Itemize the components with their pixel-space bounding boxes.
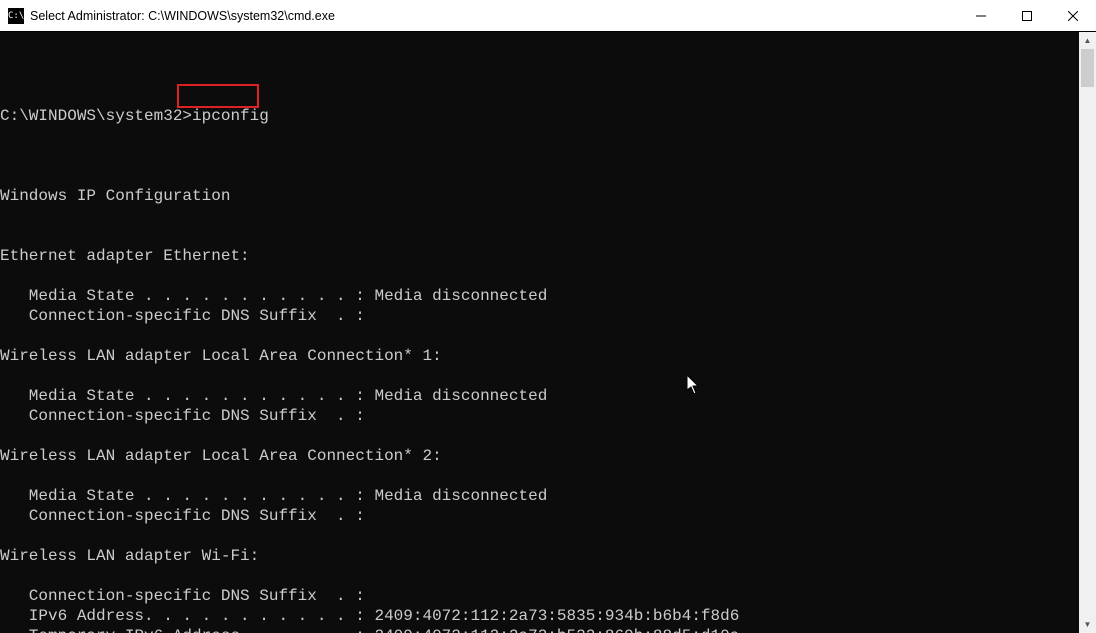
output-line bbox=[0, 266, 1079, 286]
output-line bbox=[0, 566, 1079, 586]
scroll-down-arrow-icon[interactable]: ▼ bbox=[1079, 616, 1096, 633]
app-icon: C:\. bbox=[8, 8, 24, 24]
output-line bbox=[0, 226, 1079, 246]
vertical-scrollbar[interactable]: ▲ ▼ bbox=[1079, 32, 1096, 633]
output-line bbox=[0, 426, 1079, 446]
output-line bbox=[0, 166, 1079, 186]
terminal-output[interactable]: C:\WINDOWS\system32>ipconfig Windows IP … bbox=[0, 32, 1079, 633]
output-line: Connection-specific DNS Suffix . : bbox=[0, 306, 1079, 326]
minimize-button[interactable] bbox=[958, 0, 1004, 32]
maximize-button[interactable] bbox=[1004, 0, 1050, 32]
output-line: Media State . . . . . . . . . . . : Medi… bbox=[0, 386, 1079, 406]
output-line: Media State . . . . . . . . . . . : Medi… bbox=[0, 286, 1079, 306]
scroll-up-arrow-icon[interactable]: ▲ bbox=[1079, 32, 1096, 49]
command-highlight-box bbox=[177, 84, 259, 108]
output-line: Connection-specific DNS Suffix . : bbox=[0, 506, 1079, 526]
scrollbar-thumb[interactable] bbox=[1081, 49, 1094, 87]
output-line: Windows IP Configuration bbox=[0, 186, 1079, 206]
output-line bbox=[0, 206, 1079, 226]
prompt-line: C:\WINDOWS\system32>ipconfig bbox=[0, 106, 1079, 126]
output-line: IPv6 Address. . . . . . . . . . . : 2409… bbox=[0, 606, 1079, 626]
window-title: Select Administrator: C:\WINDOWS\system3… bbox=[30, 9, 958, 23]
output-line bbox=[0, 526, 1079, 546]
output-line: Connection-specific DNS Suffix . : bbox=[0, 406, 1079, 426]
prompt-path: C:\WINDOWS\system32> bbox=[0, 107, 192, 125]
title-bar: C:\. Select Administrator: C:\WINDOWS\sy… bbox=[0, 0, 1096, 32]
output-line: Connection-specific DNS Suffix . : bbox=[0, 586, 1079, 606]
output-line bbox=[0, 366, 1079, 386]
output-line: Media State . . . . . . . . . . . : Medi… bbox=[0, 486, 1079, 506]
prompt-command: ipconfig bbox=[192, 107, 269, 125]
output-line: Wireless LAN adapter Local Area Connecti… bbox=[0, 446, 1079, 466]
output-line bbox=[0, 466, 1079, 486]
output-line: Ethernet adapter Ethernet: bbox=[0, 246, 1079, 266]
output-line: Wireless LAN adapter Local Area Connecti… bbox=[0, 346, 1079, 366]
output-line bbox=[0, 326, 1079, 346]
output-line: Wireless LAN adapter Wi-Fi: bbox=[0, 546, 1079, 566]
window-controls bbox=[958, 0, 1096, 31]
output-line: Temporary IPv6 Address. . . . . . : 2409… bbox=[0, 626, 1079, 633]
close-button[interactable] bbox=[1050, 0, 1096, 32]
